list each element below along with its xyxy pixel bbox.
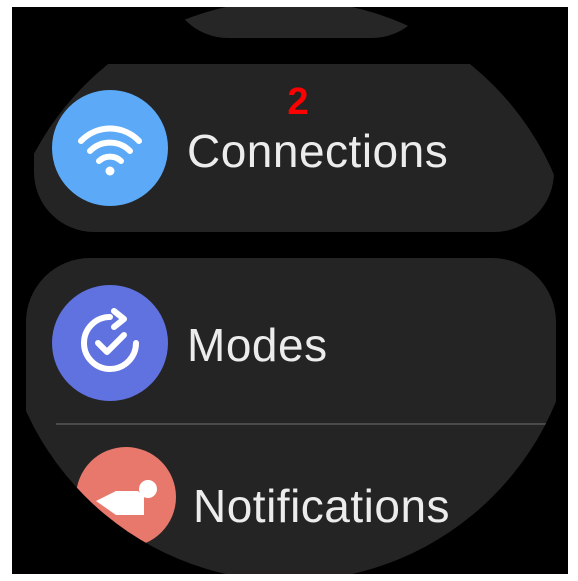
menu-item-label: Notifications [193,480,451,532]
menu-item-label: Connections [187,125,449,177]
connections-icon-badge [52,90,168,206]
notifications-icon-badge [76,447,176,547]
annotation-marker: 2 [287,81,309,123]
notifications-icon [96,480,157,515]
wifi-icon [78,125,142,176]
menu-item-label: Modes [187,319,328,371]
divider [56,423,546,425]
modes-icon-badge [52,285,168,401]
modes-check-icon [81,308,139,372]
previous-item-card[interactable] [168,7,432,38]
